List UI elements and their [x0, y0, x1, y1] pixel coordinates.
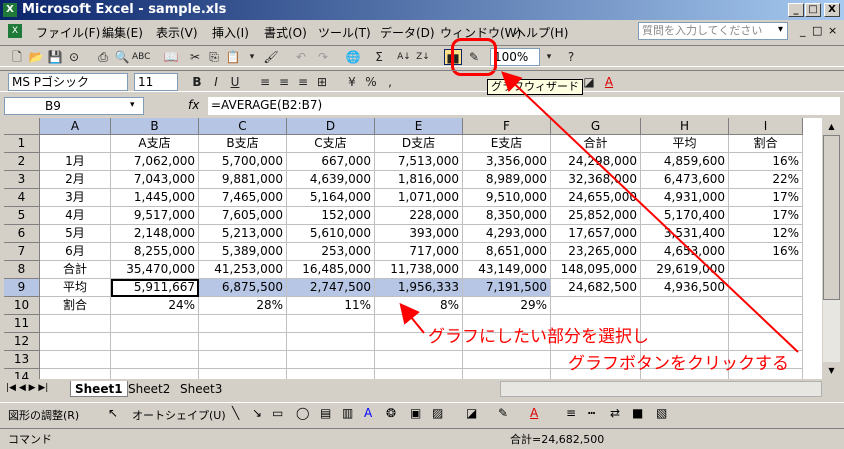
select-instruction: グラフにしたい部分を選択し — [428, 327, 649, 347]
selection-arrow — [399, 302, 425, 334]
annotation-layer: グラフにしたい部分を選択し グラフボタンをクリックする — [399, 71, 799, 374]
chart-button-arrow — [501, 71, 799, 353]
click-instruction: グラフボタンをクリックする — [568, 354, 789, 374]
